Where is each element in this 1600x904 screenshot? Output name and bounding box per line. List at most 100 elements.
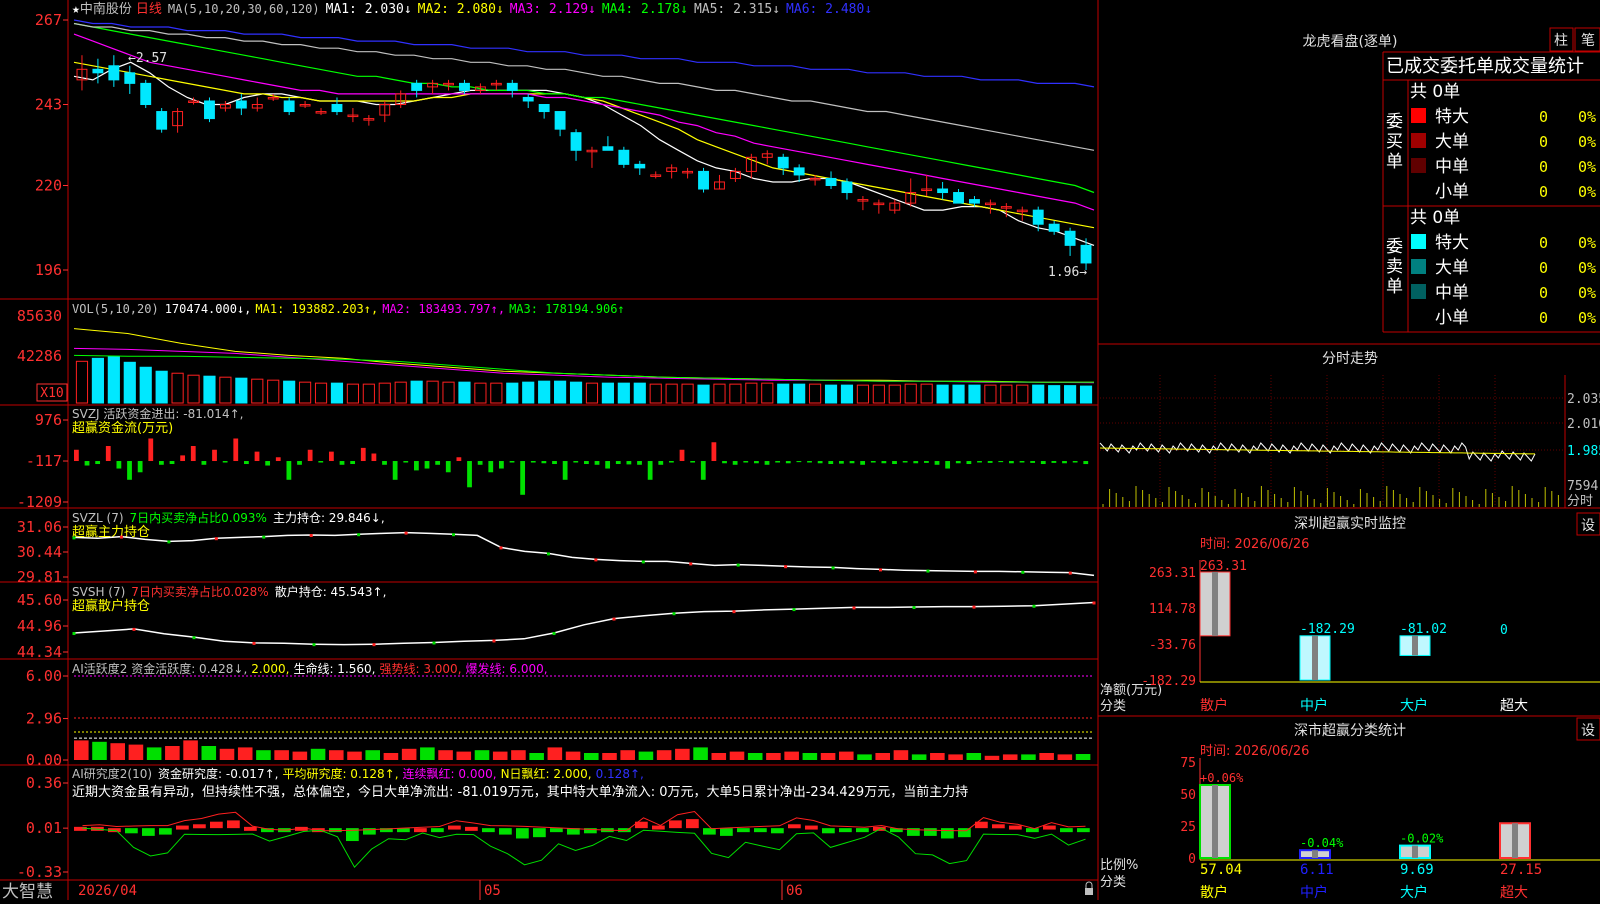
sell-row-pct: 0% <box>1578 284 1596 302</box>
activity-bar <box>984 755 1000 760</box>
flow-bar <box>700 461 706 480</box>
buy-row-name: 大单 <box>1435 132 1469 152</box>
classify-category: 超大 <box>1500 885 1528 900</box>
svg-text:设: 设 <box>1581 518 1595 534</box>
flow-bar <box>839 461 844 464</box>
tick-mode-button[interactable]: 笔 <box>1574 27 1600 52</box>
monitor-settings-button[interactable]: 设 <box>1576 512 1600 536</box>
flow-bar <box>562 461 568 480</box>
research-bar <box>516 828 529 839</box>
vol-bar <box>267 379 280 404</box>
holding-dot <box>689 562 693 566</box>
kline-tick-label: 220 <box>35 176 62 194</box>
vol-bar <box>585 382 599 404</box>
classify-value: 57.04 <box>1200 862 1242 878</box>
activity-bar <box>547 747 563 760</box>
candle-body <box>235 100 247 109</box>
buy-row-pct: 0% <box>1578 183 1596 201</box>
classify-bar-shade <box>1312 850 1318 858</box>
lock-icon[interactable] <box>1085 881 1093 895</box>
vol-bar <box>219 376 232 404</box>
flow-bar <box>286 461 292 480</box>
flow-bar <box>679 449 685 462</box>
flow-bar <box>169 461 175 465</box>
research-bar <box>550 828 563 833</box>
holding-dot <box>1068 571 1072 575</box>
research-bar <box>465 826 478 831</box>
flow-bar <box>392 461 398 480</box>
monitor-bar-shade <box>1412 635 1418 656</box>
axis-tick-label: 44.34 <box>17 643 62 661</box>
svsh-y-axis: 45.60 44.96 44.34 <box>17 591 68 661</box>
research-bar <box>414 828 427 833</box>
flow-bar <box>159 461 164 465</box>
research-bar <box>1077 828 1090 833</box>
flow-bar <box>488 461 494 473</box>
classify-settings-button[interactable]: 设 <box>1576 717 1600 741</box>
stock-terminal: ★中南股份 日线 MA(5,10,20,30,60,120) MA1: 2.030↓ M… <box>0 0 1600 902</box>
activity-bar <box>875 753 890 760</box>
flow-bar <box>371 453 377 462</box>
activity-bar <box>420 747 435 760</box>
activity-bar <box>474 750 490 760</box>
intraday-vol-unit: 分时 <box>1567 494 1593 509</box>
activity-bar <box>747 753 763 760</box>
flow-bar <box>658 461 664 465</box>
axis-tick-label: 976 <box>35 411 62 429</box>
flow-bar <box>1072 461 1078 463</box>
flow-bar <box>244 461 249 465</box>
flow-bar <box>637 461 642 465</box>
flow-bar <box>987 461 993 463</box>
monitor-value-label: -81.02 <box>1400 622 1447 637</box>
ma-value-2: MA2: 2.080↓ <box>418 2 504 17</box>
buy-side-char: 单 <box>1386 152 1403 172</box>
flow-bar <box>265 461 271 466</box>
candle-body <box>156 111 168 130</box>
monitor-bar-shade <box>1212 572 1218 636</box>
bar-mode-button[interactable]: 柱 <box>1549 27 1574 52</box>
research-bar <box>1026 828 1039 833</box>
svsh-sub: 超赢散户持仓 <box>72 598 150 614</box>
flow-bar <box>1051 461 1057 463</box>
flow-bar <box>977 461 982 463</box>
vol-bar <box>984 384 997 404</box>
holding-dot <box>736 563 740 567</box>
holding-dot <box>499 546 503 550</box>
research-bar <box>227 820 240 829</box>
candle-body <box>1032 209 1044 225</box>
candle-body <box>937 188 949 194</box>
classify-category: 大户 <box>1400 884 1428 900</box>
ma-value-4: MA4: 2.178↓ <box>602 2 688 17</box>
activity-bar <box>237 747 253 760</box>
flow-bar <box>552 461 557 465</box>
flow-bar <box>955 461 961 464</box>
intraday-tick: 1.985 <box>1567 444 1600 459</box>
axis-tick-label: 0.00 <box>26 751 62 769</box>
flow-bar <box>530 461 536 463</box>
intraday-tick: 2.035 <box>1567 392 1600 407</box>
research-bar <box>771 828 784 834</box>
research-bar <box>788 824 801 829</box>
holding-dot <box>732 610 736 614</box>
svzj-y-axis: 976 -117 -1209 <box>17 411 68 511</box>
axis-tick-label: 29.81 <box>17 568 62 586</box>
vol-bar <box>1032 384 1045 404</box>
flow-bar <box>849 461 855 464</box>
kline-y-axis: 267 243 220 196 <box>35 11 68 279</box>
buy-row-name: 小单 <box>1435 182 1469 202</box>
flow-bar <box>222 461 228 463</box>
intraday-chart: 2.035 2.010 1.985 7594分时 <box>1099 375 1600 509</box>
vol-tick-high: 85630 <box>17 307 62 325</box>
flow-bar <box>403 461 409 463</box>
activity-bar <box>365 750 380 760</box>
holding-dot <box>612 617 616 621</box>
buy-swatch <box>1411 133 1426 148</box>
flow-bar <box>1083 461 1089 465</box>
candle-body <box>953 192 964 204</box>
vol-bar <box>1048 385 1061 404</box>
classify-ylabel: 比例% <box>1100 858 1138 873</box>
vol-bar <box>187 374 200 404</box>
research-bar <box>125 828 138 834</box>
ma-value-5: MA5: 2.315↓ <box>694 2 780 17</box>
vol-bar <box>968 384 981 404</box>
